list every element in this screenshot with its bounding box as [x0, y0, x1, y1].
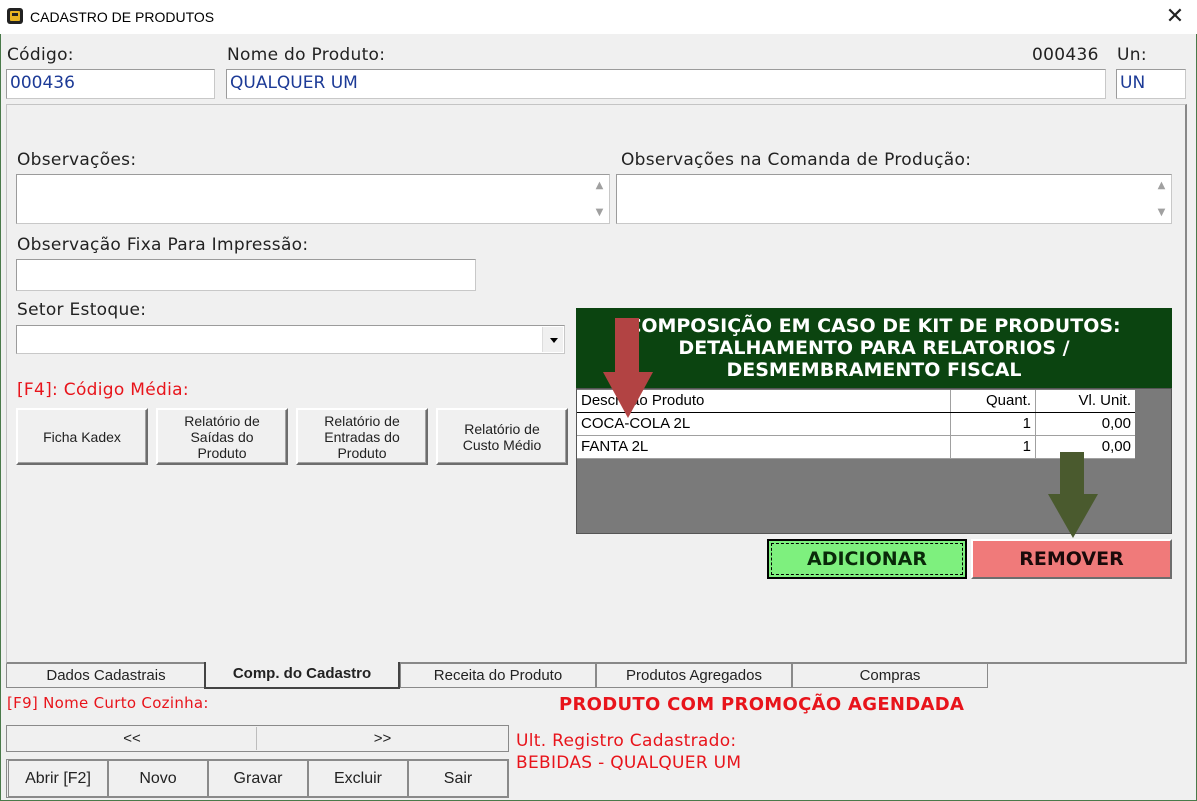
codigo-input[interactable]: 000436 [6, 69, 215, 99]
cell-quant: 1 [951, 436, 1036, 458]
cell-descricao: FANTA 2L [577, 436, 951, 458]
scroll-down-icon[interactable]: ▼ [1153, 207, 1170, 218]
relatorio-saidas-button[interactable]: Relatório de Saídas do Produto [156, 408, 288, 465]
tab-comp-do-cadastro[interactable]: Comp. do Cadastro [204, 662, 400, 689]
kit-grid[interactable]: Descrição Produto Quant. Vl. Unit. COCA-… [577, 390, 1135, 459]
ult-registro-label: Ult. Registro Cadastrado: [516, 731, 737, 751]
previous-record-button[interactable]: << [8, 727, 257, 750]
next-record-button[interactable]: >> [258, 727, 507, 750]
green-arrow-head-icon [1048, 494, 1098, 538]
nome-produto-input[interactable]: QUALQUER UM [226, 69, 1106, 99]
close-icon[interactable]: ✕ [1160, 2, 1190, 32]
excluir-button[interactable]: Excluir [308, 760, 408, 797]
tab-receita-do-produto[interactable]: Receita do Produto [400, 664, 596, 688]
tab-compras[interactable]: Compras [792, 664, 988, 688]
codigo-label: Código: [7, 45, 74, 65]
tab-produtos-agregados[interactable]: Produtos Agregados [596, 664, 792, 688]
ult-registro-value: BEBIDAS - QUALQUER UM [516, 753, 742, 773]
column-header-vl-unit[interactable]: Vl. Unit. [1036, 390, 1135, 412]
obs-comanda-label: Observações na Comanda de Produção: [621, 150, 972, 170]
app-icon [7, 8, 23, 24]
table-row[interactable]: FANTA 2L 1 0,00 [577, 436, 1135, 459]
abrir-button[interactable]: Abrir [F2] [8, 760, 108, 797]
kit-header-line1: COMPOSIÇÃO EM CASO DE KIT DE PRODUTOS: [627, 315, 1121, 337]
tab-dados-cadastrais[interactable]: Dados Cadastrais [6, 664, 206, 688]
ficha-kadex-button[interactable]: Ficha Kadex [16, 408, 148, 465]
table-row[interactable]: COCA-COLA 2L 1 0,00 [577, 413, 1135, 436]
setor-estoque-select[interactable] [16, 325, 565, 354]
unidade-input[interactable]: UN [1116, 69, 1186, 99]
observacoes-scrollbar[interactable]: ▲ ▼ [591, 176, 608, 222]
setor-estoque-label: Setor Estoque: [17, 300, 147, 320]
relatorio-custo-medio-button[interactable]: Relatório de Custo Médio [436, 408, 568, 465]
scroll-up-icon[interactable]: ▲ [1153, 180, 1170, 191]
cell-vl-unit: 0,00 [1101, 415, 1131, 432]
remover-button[interactable]: REMOVER [971, 539, 1172, 579]
red-arrow-head-icon [603, 372, 653, 418]
novo-button[interactable]: Novo [108, 760, 208, 797]
red-arrow-down-icon [615, 318, 639, 374]
green-arrow-down-icon [1060, 452, 1084, 496]
scroll-up-icon[interactable]: ▲ [591, 180, 608, 191]
kit-header-line3: DESMEMBRAMENTO FISCAL [726, 359, 1022, 381]
cell-quant: 1 [951, 413, 1036, 435]
promo-status-text: PRODUTO COM PROMOÇÃO AGENDADA [559, 694, 965, 715]
obs-comanda-scrollbar[interactable]: ▲ ▼ [1153, 176, 1170, 222]
column-header-quant[interactable]: Quant. [951, 390, 1036, 412]
adicionar-button[interactable]: ADICIONAR [767, 539, 967, 579]
obs-fixa-label: Observação Fixa Para Impressão: [17, 235, 309, 255]
gravar-button[interactable]: Gravar [208, 760, 308, 797]
obs-fixa-input[interactable] [16, 259, 476, 291]
grid-header-row: Descrição Produto Quant. Vl. Unit. [577, 390, 1135, 413]
window-title: CADASTRO DE PRODUTOS [30, 9, 215, 25]
codigo-media-label: [F4]: Código Média: [17, 380, 189, 400]
cell-vl-unit: 0,00 [1101, 438, 1131, 455]
observacoes-textarea[interactable]: ▲ ▼ [16, 174, 610, 224]
scroll-down-icon[interactable]: ▼ [591, 207, 608, 218]
nome-curto-cozinha-label: [F9] Nome Curto Cozinha: [7, 694, 209, 712]
chevron-down-icon[interactable] [542, 327, 563, 352]
nome-produto-label: Nome do Produto: [227, 45, 386, 65]
codigo-display: 000436 [1032, 45, 1099, 65]
sair-button[interactable]: Sair [408, 760, 508, 797]
kit-composition-header: COMPOSIÇÃO EM CASO DE KIT DE PRODUTOS: D… [576, 308, 1172, 388]
unidade-label: Un: [1117, 45, 1147, 65]
kit-header-line2: DETALHAMENTO PARA RELATORIOS / [678, 337, 1070, 359]
observacoes-label: Observações: [17, 150, 137, 170]
obs-comanda-textarea[interactable]: ▲ ▼ [616, 174, 1172, 224]
relatorio-entradas-button[interactable]: Relatório de Entradas do Produto [296, 408, 428, 465]
